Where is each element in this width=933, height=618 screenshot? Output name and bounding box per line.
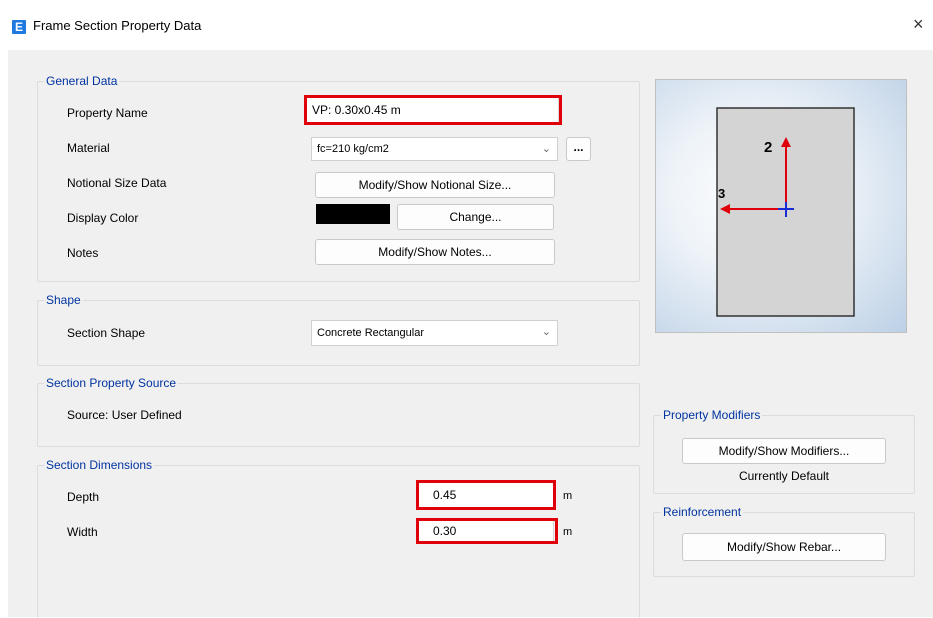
section-dimensions-legend: Section Dimensions: [44, 458, 155, 472]
section-shape-select[interactable]: Concrete Rectangular ⌄: [311, 320, 558, 346]
property-modifiers-legend: Property Modifiers: [661, 408, 763, 422]
section-shape-value: Concrete Rectangular: [317, 327, 425, 339]
chevron-down-icon: ⌄: [541, 326, 551, 338]
chevron-down-icon: ⌄: [541, 143, 551, 155]
app-icon: E: [12, 20, 26, 34]
width-input[interactable]: 0.30: [418, 520, 554, 542]
modify-rebar-button[interactable]: Modify/Show Rebar...: [682, 533, 886, 561]
axis-3-label: 3: [718, 186, 725, 201]
depth-label: Depth: [67, 490, 100, 504]
reinforcement-legend: Reinforcement: [661, 505, 744, 519]
title-bar: E Frame Section Property Data ×: [0, 0, 933, 50]
change-color-button[interactable]: Change...: [397, 204, 554, 230]
material-label: Material: [67, 141, 110, 155]
material-more-button[interactable]: ...: [566, 137, 591, 161]
section-preview: 2 3: [655, 79, 907, 333]
depth-unit: m: [563, 490, 573, 502]
depth-input[interactable]: 0.45: [418, 482, 554, 508]
property-name-input[interactable]: VP: 0.30x0.45 m: [306, 97, 559, 123]
property-name-label: Property Name: [67, 106, 148, 120]
material-value: fc=210 kg/cm2: [317, 143, 389, 155]
material-select[interactable]: fc=210 kg/cm2 ⌄: [311, 137, 558, 161]
general-data-legend: General Data: [44, 74, 120, 88]
section-diagram: 2 3: [716, 107, 855, 317]
width-label: Width: [67, 525, 98, 539]
shape-legend: Shape: [44, 293, 83, 307]
notional-size-label: Notional Size Data: [67, 176, 167, 190]
window-title: Frame Section Property Data: [33, 18, 202, 33]
modifiers-status: Currently Default: [738, 469, 830, 483]
section-source-legend: Section Property Source: [44, 376, 179, 390]
modify-notional-size-button[interactable]: Modify/Show Notional Size...: [315, 172, 555, 198]
source-text: Source: User Defined: [67, 408, 182, 422]
axis-2-label: 2: [764, 139, 772, 156]
modify-notes-button[interactable]: Modify/Show Notes...: [315, 239, 555, 265]
close-icon[interactable]: ×: [913, 14, 924, 35]
width-unit: m: [563, 526, 573, 538]
notes-label: Notes: [67, 246, 99, 260]
section-shape-label: Section Shape: [67, 326, 146, 340]
display-color-label: Display Color: [67, 211, 139, 225]
display-color-swatch[interactable]: [316, 204, 390, 224]
modify-modifiers-button[interactable]: Modify/Show Modifiers...: [682, 438, 886, 464]
